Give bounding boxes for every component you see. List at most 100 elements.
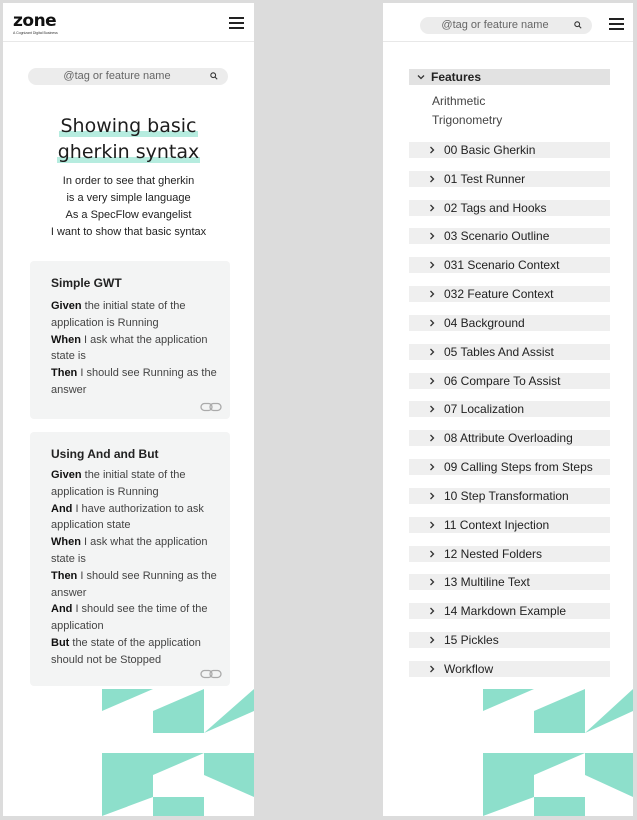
tree-leaf[interactable]: Trigonometry — [432, 113, 502, 127]
tree-folder-item[interactable]: 11 Context Injection — [409, 516, 610, 533]
tree-folder-label: 10 Step Transformation — [444, 488, 569, 503]
scenario-title: Using And and But — [51, 447, 159, 461]
description-line: As a SpecFlow evangelist — [65, 209, 192, 221]
tree-folder-item[interactable]: 00 Basic Gherkin — [409, 142, 610, 158]
step: But the state of the application should … — [51, 635, 221, 669]
tree-folder-label: 07 Localization — [444, 402, 525, 417]
tree-folder-item[interactable]: 031 Scenario Context — [409, 257, 610, 274]
step-keyword: Given — [51, 469, 82, 481]
search-placeholder: @tag or feature name — [441, 19, 549, 31]
tree-folder-label: 02 Tags and Hooks — [444, 200, 547, 215]
chevron-right-icon — [430, 521, 435, 529]
tree-folder-label: 032 Feature Context — [444, 287, 554, 302]
chevron-right-icon — [430, 261, 435, 269]
link-icon[interactable] — [200, 402, 222, 412]
hamburger-icon[interactable] — [609, 18, 624, 30]
step: And I should see the time of the applica… — [51, 601, 221, 635]
tree-folder-item[interactable]: 03 Scenario Outline — [409, 228, 610, 245]
scenario-card: Using And and But Given the initial stat… — [30, 432, 230, 686]
step: And I have authorization to ask applicat… — [51, 501, 221, 535]
tree-folder-item[interactable]: 06 Compare To Assist — [409, 372, 610, 389]
step-keyword: And — [51, 502, 73, 515]
tree-folder-item[interactable]: 13 Multiline Text — [409, 574, 610, 591]
tree-folder-item[interactable]: 09 Calling Steps from Steps — [409, 459, 610, 476]
tree-folder-item[interactable]: 15 Pickles — [409, 632, 610, 649]
tree-folder-item[interactable]: 10 Step Transformation — [409, 487, 610, 504]
chevron-right-icon — [430, 607, 435, 615]
chevron-down-icon — [417, 75, 425, 80]
search-icon[interactable] — [210, 72, 218, 80]
search-input[interactable]: @tag or feature name — [420, 17, 592, 34]
decorative-pattern — [483, 689, 633, 816]
tree-folder-item[interactable]: 04 Background — [409, 314, 610, 331]
tree-folder-label: Workflow — [444, 661, 494, 676]
step: When I ask what the application state is — [51, 534, 221, 568]
chevron-right-icon — [430, 434, 435, 442]
zone-logo[interactable]: zone A Cognizant Digital Business — [13, 11, 58, 36]
link-icon[interactable] — [200, 669, 222, 679]
tree-folder-item[interactable]: Workflow — [409, 660, 610, 677]
tree-folder-item[interactable]: 07 Localization — [409, 401, 610, 418]
chevron-right-icon — [430, 665, 435, 673]
scenario-steps: Given the initial state of the applicati… — [51, 298, 221, 399]
tree-folder-item[interactable]: 05 Tables And Assist — [409, 343, 610, 360]
search-input[interactable]: @tag or feature name — [28, 68, 228, 85]
chevron-right-icon — [430, 377, 435, 385]
description-line: I want to show that basic syntax — [50, 226, 207, 238]
step: Then I should see Running as the answer — [51, 365, 221, 399]
scenario-card: Simple GWT Given the initial state of th… — [30, 261, 230, 419]
tree-folder-label: 05 Tables And Assist — [444, 344, 554, 359]
step-text: the state of the application should not … — [51, 636, 201, 666]
search-icon[interactable] — [574, 21, 582, 29]
feature-panel: zone A Cognizant Digital Business @tag o… — [3, 3, 254, 816]
chevron-right-icon — [430, 233, 435, 240]
tree-leaf[interactable]: Arithmetic — [432, 94, 485, 108]
search-placeholder: @tag or feature name — [63, 70, 171, 82]
scenario-title: Simple GWT — [51, 276, 122, 290]
description-line: In order to see that gherkin — [62, 175, 195, 187]
chevron-right-icon — [430, 348, 435, 356]
tree-folder-label: 09 Calling Steps from Steps — [444, 460, 593, 475]
decorative-pattern — [102, 689, 254, 816]
tree-folder-item[interactable]: 02 Tags and Hooks — [409, 199, 610, 216]
tree-folder-label: 04 Background — [444, 315, 525, 330]
feature-description: In order to see that gherkin is a very s… — [3, 173, 254, 241]
tree-folder-item[interactable]: 032 Feature Context — [409, 286, 610, 303]
step-keyword: But — [51, 636, 70, 649]
chevron-right-icon — [430, 406, 435, 413]
chevron-right-icon — [430, 492, 435, 500]
step: Given the initial state of the applicati… — [51, 467, 221, 501]
logo-wordmark: zone — [13, 11, 57, 31]
chevron-right-icon — [430, 636, 435, 644]
feature-title-line: Showing basic — [59, 113, 198, 139]
chevron-right-icon — [430, 175, 435, 183]
tree-folder-item[interactable]: 08 Attribute Overloading — [409, 430, 610, 447]
chevron-right-icon — [430, 290, 435, 298]
tree-folder-label: 11 Context Injection — [444, 517, 550, 532]
hamburger-icon[interactable] — [229, 17, 244, 29]
tree-root-features[interactable]: Features — [409, 69, 610, 85]
chevron-right-icon — [430, 550, 435, 558]
tree-folder-item[interactable]: 01 Test Runner — [409, 170, 610, 187]
feature-title: Showing basic gherkin syntax — [3, 113, 254, 165]
step-keyword: When — [51, 333, 81, 346]
step-text: I should see the time of the application — [51, 603, 208, 633]
step-keyword: Then — [51, 569, 78, 582]
chevron-right-icon — [430, 146, 435, 154]
tree-folder-label: 14 Markdown Example — [444, 604, 567, 619]
step-keyword: Given — [51, 300, 82, 312]
tree-folder-item[interactable]: 14 Markdown Example — [409, 603, 610, 620]
tree-folder-label: 13 Multiline Text — [444, 575, 530, 590]
header-divider — [383, 41, 633, 42]
feature-title-line: gherkin syntax — [56, 139, 201, 165]
scenario-steps: Given the initial state of the applicati… — [51, 467, 221, 669]
step: When I ask what the application state is — [51, 332, 221, 366]
step-text: I have authorization to ask application … — [51, 502, 204, 532]
tree-folder-label: 12 Nested Folders — [444, 546, 543, 561]
chevron-right-icon — [430, 204, 435, 212]
chevron-right-icon — [430, 463, 435, 471]
tree-folder-item[interactable]: 12 Nested Folders — [409, 545, 610, 562]
tree-folder-label: 00 Basic Gherkin — [444, 143, 536, 157]
tree-folder-label: 08 Attribute Overloading — [444, 431, 573, 446]
step-keyword: Then — [51, 367, 78, 380]
